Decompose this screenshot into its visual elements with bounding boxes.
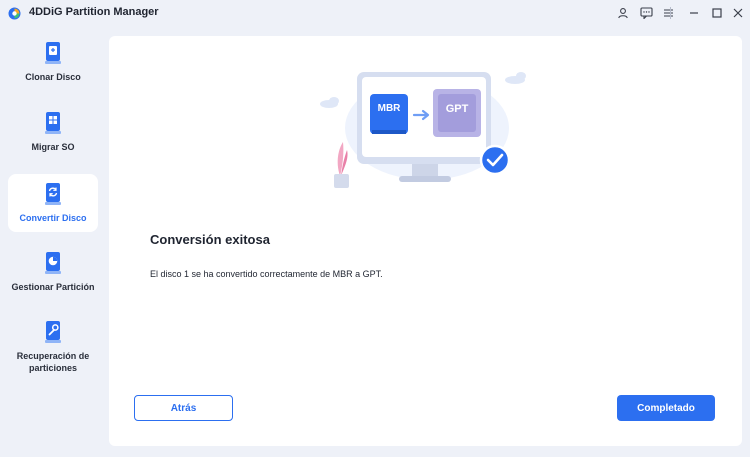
migrate-os-icon [45,112,61,134]
sidebar-item-label: Recuperación de particiones [16,351,90,373]
partition-recovery-icon [45,321,61,343]
gpt-disk-icon: GPT [433,89,481,137]
cloud-icon [320,97,339,108]
close-icon[interactable] [730,5,746,21]
menu-icon[interactable] [660,5,676,21]
title-bar: 4DDiG Partition Manager [0,0,750,26]
sidebar-item-clonar-disco[interactable]: Clonar Disco [8,41,98,91]
sidebar-item-migrar-so[interactable]: Migrar SO [8,111,98,161]
sidebar-item-recuperacion-particiones[interactable]: Recuperación de particiones [8,320,98,382]
main-panel: MBR GPT Conversión exitosa El disco 1 se… [109,36,742,446]
app-logo-icon [8,7,21,20]
user-icon[interactable] [615,5,631,21]
plant-icon [334,142,349,188]
back-button[interactable]: Atrás [134,395,233,421]
maximize-icon[interactable] [709,5,725,21]
app-title: 4DDiG Partition Manager [29,6,159,18]
manage-partition-icon [45,252,61,274]
gpt-label: GPT [446,103,469,115]
status-message: El disco 1 se ha convertido correctament… [150,269,383,279]
sidebar-item-gestionar-particion[interactable]: Gestionar Partición [8,251,98,301]
titlebar-divider [670,7,671,19]
sidebar-item-convertir-disco[interactable]: Convertir Disco [8,174,98,232]
clone-disk-icon [45,42,61,64]
page-title: Conversión exitosa [150,232,270,247]
sidebar-item-label: Gestionar Partición [11,282,95,292]
conversion-success-illustration: MBR GPT [320,72,526,188]
sidebar-item-label: Migrar SO [31,142,75,152]
mbr-label: MBR [378,103,402,114]
sidebar: Clonar Disco Migrar SO Convertir Disco G… [0,35,104,455]
sidebar-item-label: Convertir Disco [19,213,87,223]
minimize-icon[interactable] [686,5,702,21]
check-circle-icon [479,144,511,176]
done-button[interactable]: Completado [617,395,715,421]
sidebar-item-label: Clonar Disco [25,72,81,82]
feedback-icon[interactable] [638,5,654,21]
convert-disk-icon [45,183,61,205]
cloud-icon [505,72,526,84]
mbr-disk-icon: MBR [370,94,408,134]
